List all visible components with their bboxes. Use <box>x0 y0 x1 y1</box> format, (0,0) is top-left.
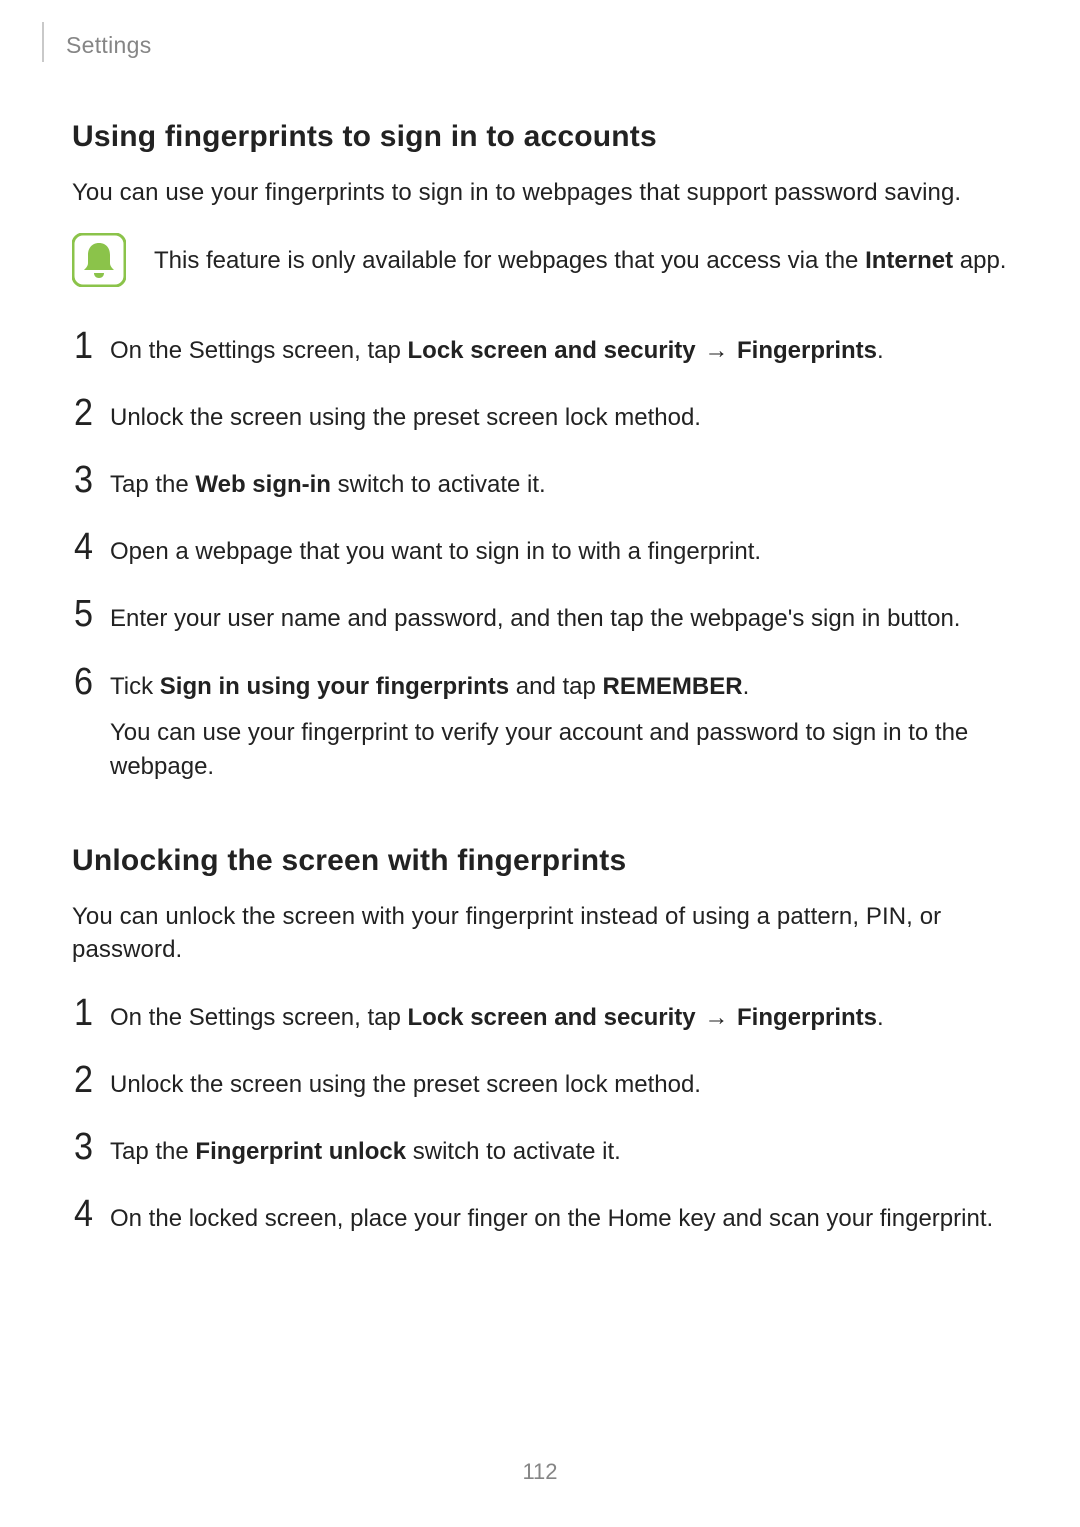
text-span: switch to activate it. <box>406 1138 621 1165</box>
list-item: 1 On the Settings screen, tap Lock scree… <box>74 994 1010 1035</box>
step-subtext: You can use your fingerprint to verify y… <box>110 716 1010 784</box>
list-item: 3 Tap the Fingerprint unlock switch to a… <box>74 1128 1010 1169</box>
bold-span: Sign in using your fingerprints <box>160 673 509 700</box>
bold-span: Fingerprints <box>737 337 877 364</box>
bold-span: Fingerprints <box>737 1004 877 1031</box>
section2-intro: You can unlock the screen with your fing… <box>72 900 1010 966</box>
page: Settings Using fingerprints to sign in t… <box>0 0 1080 1527</box>
section2-title: Unlocking the screen with fingerprints <box>72 844 1010 878</box>
list-item: 6 Tick Sign in using your fingerprints a… <box>74 663 1010 784</box>
step-number: 1 <box>74 327 106 365</box>
breadcrumb: Settings <box>0 22 1080 62</box>
step-number: 6 <box>74 663 106 701</box>
section1-intro: You can use your fingerprints to sign in… <box>72 176 1010 209</box>
note-suffix: app. <box>953 247 1006 274</box>
section2-steps: 1 On the Settings screen, tap Lock scree… <box>72 994 1010 1236</box>
note-block: This feature is only available for webpa… <box>72 233 1010 287</box>
list-item: 2 Unlock the screen using the preset scr… <box>74 1061 1010 1102</box>
text-span: . <box>743 673 750 700</box>
step-text: On the Settings screen, tap Lock screen … <box>110 327 1010 368</box>
header-divider <box>42 22 44 62</box>
text-span: and tap <box>509 673 602 700</box>
text-span: . <box>877 1004 884 1031</box>
list-item: 3 Tap the Web sign-in switch to activate… <box>74 461 1010 502</box>
arrow-span: → <box>696 1004 737 1031</box>
step-number: 1 <box>74 994 106 1032</box>
bold-span: Lock screen and security <box>408 1004 696 1031</box>
step-number: 4 <box>74 1195 106 1233</box>
bold-span: Web sign-in <box>195 471 331 498</box>
step-text: Open a webpage that you want to sign in … <box>110 528 1010 569</box>
page-number: 112 <box>0 1459 1080 1485</box>
note-prefix: This feature is only available for webpa… <box>154 247 865 274</box>
step-number: 3 <box>74 1128 106 1166</box>
step-text: Enter your user name and password, and t… <box>110 595 1010 636</box>
bold-span: REMEMBER <box>603 673 743 700</box>
step-text: Tap the Fingerprint unlock switch to act… <box>110 1128 1010 1169</box>
text-span: Tap the <box>110 471 195 498</box>
text-span: Tick <box>110 673 160 700</box>
content: Using fingerprints to sign in to account… <box>0 120 1080 1236</box>
list-item: 1 On the Settings screen, tap Lock scree… <box>74 327 1010 368</box>
text-span: . <box>877 337 884 364</box>
step-number: 5 <box>74 595 106 633</box>
list-item: 4 Open a webpage that you want to sign i… <box>74 528 1010 569</box>
section1-steps: 1 On the Settings screen, tap Lock scree… <box>72 327 1010 784</box>
step-number: 3 <box>74 461 106 499</box>
list-item: 4 On the locked screen, place your finge… <box>74 1195 1010 1236</box>
bold-span: Lock screen and security <box>408 337 696 364</box>
step-number: 2 <box>74 1061 106 1099</box>
step-text: Unlock the screen using the preset scree… <box>110 394 1010 435</box>
text-span: switch to activate it. <box>331 471 546 498</box>
step-text: Tap the Web sign-in switch to activate i… <box>110 461 1010 502</box>
bold-span: Fingerprint unlock <box>195 1138 406 1165</box>
step-text: On the Settings screen, tap Lock screen … <box>110 994 1010 1035</box>
arrow-span: → <box>696 337 737 364</box>
step-number: 4 <box>74 528 106 566</box>
bell-icon <box>72 233 126 287</box>
section1-title: Using fingerprints to sign in to account… <box>72 120 1010 154</box>
list-item: 2 Unlock the screen using the preset scr… <box>74 394 1010 435</box>
step-text: Tick Sign in using your fingerprints and… <box>110 663 1010 784</box>
note-bold: Internet <box>865 247 953 274</box>
text-span: On the Settings screen, tap <box>110 1004 408 1031</box>
step-text: Unlock the screen using the preset scree… <box>110 1061 1010 1102</box>
note-text: This feature is only available for webpa… <box>154 244 1006 277</box>
step-number: 2 <box>74 394 106 432</box>
text-span: On the Settings screen, tap <box>110 337 408 364</box>
breadcrumb-text: Settings <box>66 25 152 59</box>
step-text: On the locked screen, place your finger … <box>110 1195 1010 1236</box>
list-item: 5 Enter your user name and password, and… <box>74 595 1010 636</box>
text-span: Tap the <box>110 1138 195 1165</box>
